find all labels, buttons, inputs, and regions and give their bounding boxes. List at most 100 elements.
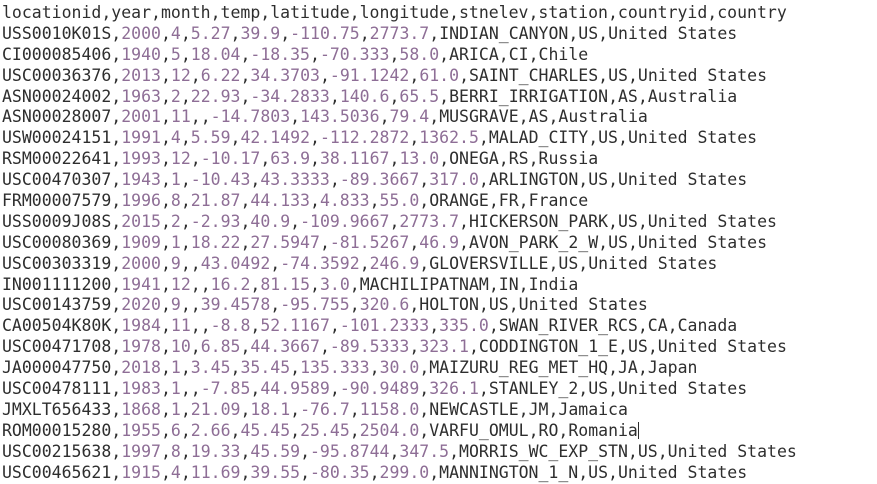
csv-field: USC00478111	[2, 379, 112, 399]
csv-field: MALAD_CITY	[488, 128, 589, 148]
csv-field: Romania	[568, 420, 638, 440]
csv-field: United States	[637, 232, 768, 252]
csv-field: 12	[170, 65, 191, 85]
csv-field: -89.5333	[329, 337, 410, 357]
csv-field: 2000	[121, 23, 161, 43]
csv-field: GLOVERSVILLE	[429, 253, 549, 273]
csv-field: 2773.7	[399, 211, 460, 231]
csv-field: 52.1167	[260, 316, 330, 336]
csv-field: 1	[170, 170, 181, 190]
csv-field: US	[637, 441, 658, 461]
csv-line: USS0009J08S,2015,2,-2.93,40.9,-109.9667,…	[2, 211, 777, 231]
csv-field: 22.93	[190, 86, 241, 106]
csv-field: 2018	[121, 358, 161, 378]
csv-field: United States	[657, 337, 787, 357]
csv-field: 2504.0	[359, 420, 420, 440]
csv-field: 326.1	[429, 379, 479, 399]
csv-field: -101.2333	[339, 316, 430, 336]
csv-field: 43.3333	[260, 170, 330, 190]
csv-line: RSM00022641,1993,12,-10.17,63.9,38.1167,…	[2, 149, 599, 169]
csv-field: USC00471708	[2, 337, 112, 357]
csv-field: -74.3592	[280, 253, 360, 273]
csv-field: 320.6	[359, 295, 410, 315]
csv-line: USS0010K01S,2000,4,5.27,39.9,-110.75,277…	[2, 23, 738, 43]
csv-field: US	[588, 379, 609, 399]
csv-field: 1978	[121, 337, 161, 357]
csv-field: US	[598, 128, 618, 148]
csv-field: 21.87	[190, 191, 241, 211]
csv-field: -90.9489	[339, 379, 420, 399]
csv-field: Jamaica	[558, 399, 628, 419]
csv-field: US	[588, 170, 609, 190]
csv-field: 18.22	[190, 232, 241, 252]
csv-field: IN	[498, 274, 519, 294]
csv-field: -95.755	[280, 295, 350, 315]
csv-field: VARFU_OMUL	[429, 420, 529, 440]
csv-line: IN001111200,1941,12,,16.2,81.15,3.0,MACH…	[2, 274, 579, 294]
csv-field: 9	[170, 295, 181, 315]
csv-field: AS	[618, 86, 638, 106]
csv-field: MAIZURU_REG_MET_HQ	[429, 358, 609, 378]
csv-field: 45.45	[240, 420, 291, 440]
csv-field: 6	[170, 420, 181, 440]
csv-field: Australia	[647, 86, 738, 106]
csv-field: CA00504K80K	[2, 316, 112, 336]
csv-field: CI	[508, 44, 529, 64]
csv-field: 335.0	[439, 316, 489, 336]
csv-field: 11	[170, 316, 191, 336]
csv-line: FRM00007579,1996,8,21.87,44.133,4.833,55…	[2, 191, 589, 211]
csv-field: 2001	[121, 107, 161, 127]
csv-field: ASN00028007	[2, 107, 112, 127]
csv-field: -89.3667	[339, 170, 420, 190]
csv-field: 19.33	[190, 441, 241, 461]
csv-field: SAINT_CHARLES	[469, 65, 599, 85]
csv-field: USW00024151	[2, 128, 112, 148]
csv-field: 1	[170, 232, 181, 252]
csv-field: France	[528, 191, 589, 211]
csv-field: 1984	[121, 316, 161, 336]
csv-field: MACHILIPATNAM	[359, 274, 489, 294]
csv-field: -110.75	[290, 23, 360, 43]
csv-line: ROM00015280,1955,6,2.66,45.45,25.45,2504…	[2, 420, 639, 440]
csv-field: 25.45	[300, 420, 350, 440]
csv-field: 21.09	[190, 399, 241, 419]
csv-field: 61.0	[419, 65, 460, 85]
csv-field: Chile	[538, 44, 589, 64]
csv-line: USC00143759,2020,9,,39.4578,-95.755,320.…	[2, 295, 648, 315]
csv-field: 8	[170, 191, 181, 211]
csv-field: RSM00022641	[2, 149, 112, 169]
csv-field: 1983	[121, 379, 161, 399]
csv-field: ROM00015280	[2, 420, 112, 440]
csv-field: United States	[667, 441, 797, 461]
csv-field: 40.9	[250, 211, 291, 231]
csv-field: 81.15	[260, 274, 311, 294]
csv-field: 43.0492	[200, 253, 271, 273]
csv-field: JA000047750	[2, 358, 112, 378]
csv-line: USC00465621,1915,4,11.69,39.55,-80.35,29…	[2, 462, 748, 482]
csv-field: RO	[538, 420, 559, 440]
csv-field: 1997	[121, 441, 161, 461]
csv-field: -10.43	[190, 170, 251, 190]
csv-line: USC00215638,1997,8,19.33,45.59,-95.8744,…	[2, 441, 797, 461]
text-editor[interactable]: locationid,year,month,temp,latitude,long…	[0, 0, 877, 484]
csv-field: United States	[608, 23, 738, 43]
csv-field: 10	[170, 337, 191, 357]
csv-field: HICKERSON_PARK	[468, 211, 609, 231]
csv-field: 39.55	[250, 462, 301, 482]
csv-line: CA00504K80K,1984,11,,-8.8,52.1167,-101.2…	[2, 316, 738, 336]
csv-line: USC00470307,1943,1,-10.43,43.3333,-89.36…	[2, 170, 748, 190]
csv-field: 299.0	[379, 462, 430, 482]
csv-field: 1915	[121, 462, 161, 482]
csv-line: USW00024151,1991,4,5.59,42.1492,-112.287…	[2, 128, 758, 148]
csv-field: USC00143759	[2, 295, 112, 315]
csv-field: 11	[170, 107, 191, 127]
csv-field: 16.2	[210, 274, 251, 294]
csv-field: 1943	[121, 170, 161, 190]
csv-field: United States	[618, 170, 748, 190]
csv-line: ASN00028007,2001,11,,-14.7803,143.5036,7…	[2, 107, 648, 127]
csv-field: INDIAN_CANYON	[439, 23, 569, 43]
csv-field: 1362.5	[419, 128, 479, 148]
csv-field: MUSGRAVE	[439, 107, 519, 127]
csv-field: 4	[170, 23, 181, 43]
csv-field: 317.0	[429, 170, 479, 190]
